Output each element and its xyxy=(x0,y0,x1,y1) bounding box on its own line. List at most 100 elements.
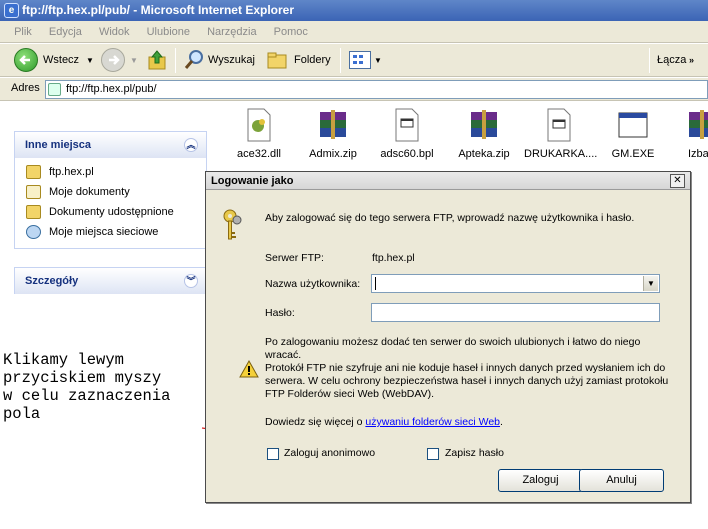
username-combobox[interactable]: ▼ xyxy=(371,274,660,293)
ftp-folder-icon xyxy=(26,165,41,179)
text-caret xyxy=(375,277,376,290)
window-title-bar[interactable]: ftp://ftp.hex.pl/pub/ - Microsoft Intern… xyxy=(0,0,708,21)
sidebar-item-ftp[interactable]: ftp.hex.pl xyxy=(15,162,206,182)
menu-help[interactable]: Pomoc xyxy=(267,21,315,43)
sidebar-item-label: Moje dokumenty xyxy=(49,186,130,198)
toolbar-separator xyxy=(175,48,176,73)
file-item[interactable]: Izba xyxy=(672,108,708,160)
folders-button[interactable]: Foldery xyxy=(294,49,331,72)
username-dropdown-icon[interactable]: ▼ xyxy=(643,276,658,291)
generic-file-icon xyxy=(543,108,575,142)
file-name: Izba xyxy=(688,148,708,160)
standard-toolbar: Wstecz ▼ ▼ Wyszukaj Foldery ▼ Łącza » xyxy=(0,44,708,77)
anonymous-login-checkbox[interactable] xyxy=(267,448,279,460)
cancel-button[interactable]: Anuluj xyxy=(579,469,664,492)
sidebar-item-label: ftp.hex.pl xyxy=(49,166,94,178)
zip-archive-icon xyxy=(686,108,708,142)
sidebar-item-network-places[interactable]: Moje miejsca sieciowe xyxy=(15,222,206,242)
back-dropdown-icon[interactable]: ▼ xyxy=(86,49,94,72)
other-places-title: Inne miejsca xyxy=(25,139,92,151)
documents-folder-icon xyxy=(26,185,41,199)
menu-bar: Plik Edycja Widok Ulubione Narzędzia Pom… xyxy=(0,21,708,43)
ftp-login-dialog: Logowanie jako ✕ Aby zalogować się do te… xyxy=(205,171,691,503)
file-name: ace32.dll xyxy=(236,148,282,160)
keys-icon xyxy=(222,208,244,242)
menu-tools[interactable]: Narzędzia xyxy=(200,21,264,43)
zip-archive-icon xyxy=(468,108,500,142)
sidebar-item-label: Dokumenty udostępnione xyxy=(49,206,174,218)
shared-folder-icon xyxy=(26,205,41,219)
forward-icon[interactable] xyxy=(101,48,125,72)
file-name: GM.EXE xyxy=(611,148,655,160)
file-item[interactable]: GM.EXE xyxy=(598,108,668,160)
bpl-file-icon xyxy=(391,108,423,142)
views-icon[interactable] xyxy=(349,51,371,69)
zip-archive-icon xyxy=(317,108,349,142)
save-password-checkbox[interactable] xyxy=(427,448,439,460)
learn-more-prefix: Dowiedz się więcej o xyxy=(265,416,366,428)
file-name: DRUKARKA.... xyxy=(524,148,598,160)
menu-favorites[interactable]: Ulubione xyxy=(140,21,197,43)
after-login-note: Po zalogowaniu możesz dodać ten serwer d… xyxy=(265,336,641,361)
forward-dropdown-icon[interactable]: ▼ xyxy=(130,49,138,72)
sidebar-item-label: Moje miejsca sieciowe xyxy=(49,226,159,238)
dll-file-icon xyxy=(243,108,275,142)
address-bar: Adres ftp://ftp.hex.pl/pub/ xyxy=(0,78,708,101)
anonymous-login-label[interactable]: Zaloguj anonimowo xyxy=(284,447,375,460)
sidebar-item-shared-documents[interactable]: Dokumenty udostępnione xyxy=(15,202,206,222)
learn-more-text: Dowiedz się więcej o używaniu folderów s… xyxy=(265,416,685,429)
menu-view[interactable]: Widok xyxy=(92,21,137,43)
warning-icon xyxy=(239,359,259,378)
links-overflow-icon[interactable]: » xyxy=(689,49,694,72)
up-folder-icon[interactable] xyxy=(146,49,168,71)
address-label: Adres xyxy=(11,82,40,94)
file-item[interactable]: ace32.dll xyxy=(224,108,294,160)
dialog-title-bar[interactable]: Logowanie jako xyxy=(206,172,690,190)
menu-edit[interactable]: Edycja xyxy=(42,21,89,43)
window-title: ftp://ftp.hex.pl/pub/ - Microsoft Intern… xyxy=(22,3,294,17)
password-label: Hasło: xyxy=(265,307,295,319)
views-dropdown-icon[interactable]: ▼ xyxy=(374,49,382,72)
folders-icon[interactable] xyxy=(266,50,290,70)
file-item[interactable]: DRUKARKA.... xyxy=(524,108,598,160)
file-item[interactable]: Admix.zip xyxy=(298,108,368,160)
network-places-icon xyxy=(26,225,41,239)
toolbar-separator xyxy=(649,48,650,73)
details-title: Szczegóły xyxy=(25,275,79,287)
username-label: Nazwa użytkownika: xyxy=(265,278,361,290)
expand-chevron-icon[interactable]: ︾ xyxy=(184,274,198,288)
sidebar-item-my-documents[interactable]: Moje dokumenty xyxy=(15,182,206,202)
dialog-intro: Aby zalogować się do tego serwera FTP, w… xyxy=(265,212,635,224)
file-name: Admix.zip xyxy=(309,148,357,160)
links-button[interactable]: Łącza xyxy=(657,49,686,72)
tutorial-annotation: Klikamy lewym przyciskiem myszy w celu z… xyxy=(3,351,171,423)
web-folders-link[interactable]: używaniu folderów sieci Web xyxy=(365,416,500,428)
ftp-page-icon xyxy=(48,83,61,96)
ie-app-icon: e xyxy=(4,3,19,18)
other-places-header[interactable]: Inne miejsca ︽ xyxy=(15,132,206,158)
save-password-label[interactable]: Zapisz hasło xyxy=(445,447,504,460)
collapse-chevron-icon[interactable]: ︽ xyxy=(184,138,198,152)
dialog-title: Logowanie jako xyxy=(211,175,294,187)
file-item[interactable]: Apteka.zip xyxy=(449,108,519,160)
server-label: Serwer FTP: xyxy=(265,252,324,264)
exe-file-icon xyxy=(617,108,649,142)
password-field[interactable] xyxy=(371,303,660,322)
learn-more-suffix: . xyxy=(500,416,503,428)
search-button[interactable]: Wyszukaj xyxy=(208,49,255,72)
back-button[interactable]: Wstecz xyxy=(43,49,79,72)
file-name: adsc60.bpl xyxy=(380,148,434,160)
details-panel: Szczegóły ︾ xyxy=(14,267,207,294)
toolbar-separator xyxy=(340,48,341,73)
back-icon[interactable] xyxy=(14,48,38,72)
menu-file[interactable]: Plik xyxy=(7,21,39,43)
file-name: Apteka.zip xyxy=(458,148,510,160)
address-input[interactable]: ftp://ftp.hex.pl/pub/ xyxy=(45,80,708,99)
file-item[interactable]: adsc60.bpl xyxy=(372,108,442,160)
login-button[interactable]: Zaloguj xyxy=(498,469,583,492)
details-header[interactable]: Szczegóły ︾ xyxy=(15,268,206,294)
close-icon[interactable]: ✕ xyxy=(670,174,685,188)
search-icon[interactable] xyxy=(183,49,205,71)
ftp-security-warning: Protokół FTP nie szyfruje ani nie koduje… xyxy=(265,362,669,400)
server-value: ftp.hex.pl xyxy=(372,252,415,264)
